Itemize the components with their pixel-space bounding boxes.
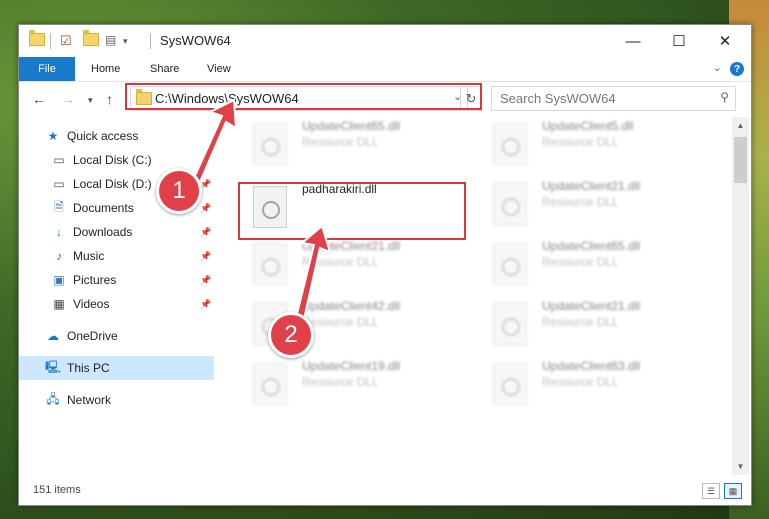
annotation-arrows bbox=[192, 98, 332, 330]
step-badge-1: 1 bbox=[156, 168, 202, 214]
step-badge-2: 2 bbox=[268, 312, 314, 358]
arrow-1 bbox=[192, 98, 238, 184]
